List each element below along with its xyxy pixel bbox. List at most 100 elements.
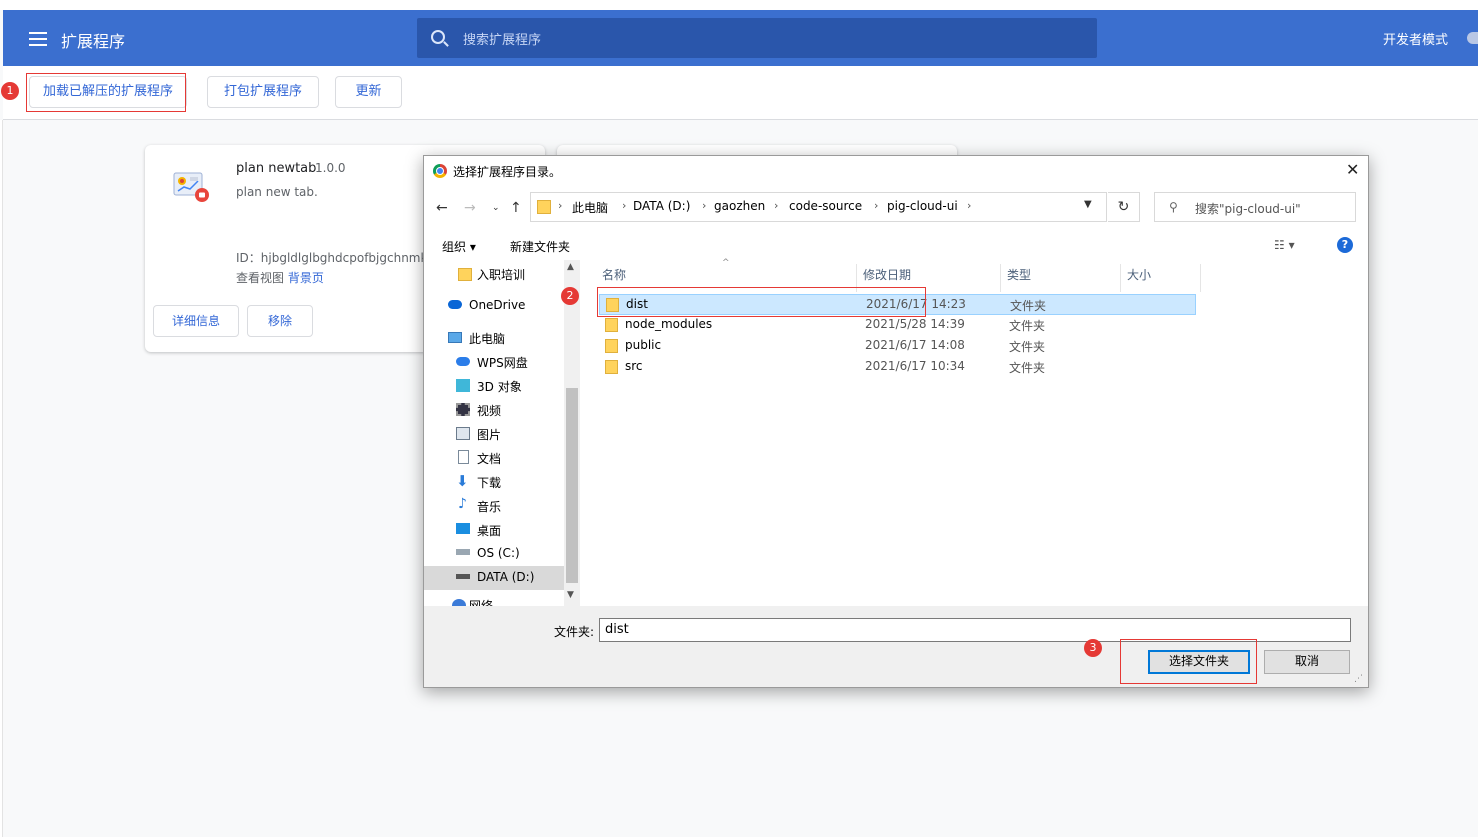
navigation-bar: ← → ⌄ ↑ › 此电脑 › DATA (D:) › gaozhen › co… xyxy=(424,186,1368,230)
breadcrumb-item[interactable]: pig-cloud-ui xyxy=(887,199,958,213)
select-folder-dialog: 选择扩展程序目录。 ✕ ← → ⌄ ↑ › 此电脑 › DATA (D:) › … xyxy=(423,155,1369,688)
nav-item-network[interactable]: 网络 xyxy=(469,597,493,606)
pictures-icon xyxy=(456,427,470,440)
extensions-toolbar: 加载已解压的扩展程序 打包扩展程序 更新 xyxy=(3,66,1478,120)
folder-icon xyxy=(458,268,472,281)
file-type: 文件夹 xyxy=(1010,299,1047,313)
file-row-src[interactable]: src 2021/6/17 10:34 文件夹 xyxy=(599,357,1196,378)
navigation-pane: 入职培训 OneDrive 此电脑 WPS网盘 3D 对象 视频 图片 文档 ⬇… xyxy=(424,260,580,606)
hamburger-menu-icon[interactable] xyxy=(29,32,47,46)
organize-button[interactable]: 组织 ▾ xyxy=(442,238,476,255)
up-arrow-icon[interactable]: ↑ xyxy=(510,200,522,216)
developer-mode-toggle[interactable] xyxy=(1467,32,1478,44)
scrollbar-thumb[interactable] xyxy=(566,388,578,583)
nav-item-wps[interactable]: WPS网盘 xyxy=(477,354,528,371)
nav-item-pictures[interactable]: 图片 xyxy=(477,426,501,443)
file-name: node_modules xyxy=(625,317,713,331)
column-header-size[interactable]: 大小 xyxy=(1121,264,1201,292)
dialog-title: 选择扩展程序目录。 xyxy=(453,165,562,179)
nav-item-documents[interactable]: 文档 xyxy=(477,450,501,467)
nav-item-training[interactable]: 入职培训 xyxy=(477,266,525,283)
folder-icon xyxy=(537,200,551,214)
step-badge-1: 1 xyxy=(1,82,19,100)
background-page-link[interactable]: 背景页 xyxy=(288,271,324,285)
inspect-views: 查看视图 背景页 xyxy=(236,269,324,286)
file-type: 文件夹 xyxy=(1009,319,1046,333)
folder-icon xyxy=(605,360,618,374)
nav-item-downloads[interactable]: 下载 xyxy=(477,474,501,491)
nav-item-drive-c[interactable]: OS (C:) xyxy=(477,546,520,560)
resize-grip-icon[interactable]: ⋰ xyxy=(1354,674,1363,684)
nav-item-drive-d[interactable]: DATA (D:) xyxy=(477,570,534,584)
breadcrumb-item[interactable]: gaozhen xyxy=(714,199,765,213)
cancel-button[interactable]: 取消 xyxy=(1264,650,1350,674)
file-row-public[interactable]: public 2021/6/17 14:08 文件夹 xyxy=(599,336,1196,357)
extension-description: plan new tab. xyxy=(236,185,318,199)
refresh-icon[interactable]: ↻ xyxy=(1108,192,1140,222)
remove-button[interactable]: 移除 xyxy=(247,305,313,337)
page-title: 扩展程序 xyxy=(61,32,126,51)
nav-item-music[interactable]: 音乐 xyxy=(477,498,501,515)
highlight-box-step3 xyxy=(1120,639,1257,684)
3d-objects-icon xyxy=(456,379,470,392)
developer-mode-label: 开发者模式 xyxy=(1383,33,1449,48)
scroll-down-icon[interactable]: ▼ xyxy=(567,590,574,600)
dialog-titlebar: 选择扩展程序目录。 ✕ xyxy=(424,156,1368,186)
folder-icon xyxy=(605,339,618,353)
nav-item-3d[interactable]: 3D 对象 xyxy=(477,378,522,395)
drive-d-icon xyxy=(456,574,470,579)
desktop-icon xyxy=(456,523,470,534)
folder-search-input[interactable]: ⚲ 搜索"pig-cloud-ui" xyxy=(1154,192,1356,222)
file-name: public xyxy=(625,338,662,352)
file-type: 文件夹 xyxy=(1009,361,1046,375)
left-edge xyxy=(0,120,3,837)
extension-id: ID：hjbgldlglbghdcpofbjgchnmk xyxy=(236,251,428,265)
update-button[interactable]: 更新 xyxy=(335,76,402,108)
file-date: 2021/6/17 14:08 xyxy=(865,338,965,352)
details-button[interactable]: 详细信息 xyxy=(153,305,239,337)
inspect-views-label: 查看视图 xyxy=(236,271,285,285)
app-header: 扩展程序 搜索扩展程序 开发者模式 xyxy=(3,10,1478,66)
extension-logo-icon xyxy=(172,167,210,203)
back-arrow-icon[interactable]: ← xyxy=(436,200,448,216)
nav-item-this-pc[interactable]: 此电脑 xyxy=(469,330,505,347)
help-icon[interactable]: ? xyxy=(1337,237,1353,253)
close-icon[interactable]: ✕ xyxy=(1346,160,1359,179)
step-badge-3: 3 xyxy=(1084,639,1102,657)
address-dropdown-icon[interactable]: ▼ xyxy=(1084,199,1092,210)
nav-item-videos[interactable]: 视频 xyxy=(477,402,501,419)
file-row-node-modules[interactable]: node_modules 2021/5/28 14:39 文件夹 xyxy=(599,315,1196,336)
extension-name: plan newtab xyxy=(236,161,317,176)
nav-scrollbar[interactable]: ▲ ▼ xyxy=(564,260,580,606)
scroll-up-icon[interactable]: ▲ xyxy=(567,262,574,272)
forward-arrow-icon[interactable]: → xyxy=(464,200,476,216)
download-arrow-icon: ⬇ xyxy=(456,472,469,490)
network-icon xyxy=(452,599,466,606)
search-placeholder: 搜索扩展程序 xyxy=(463,33,542,48)
music-note-icon: ♪ xyxy=(458,496,467,512)
documents-icon xyxy=(458,450,469,464)
breadcrumb-item[interactable]: DATA (D:) xyxy=(633,199,690,213)
column-header-type[interactable]: 类型 xyxy=(1001,264,1121,292)
breadcrumb-item[interactable]: code-source xyxy=(789,199,862,213)
file-date: 2021/6/17 10:34 xyxy=(865,359,965,373)
recent-chevron-icon[interactable]: ⌄ xyxy=(492,203,500,213)
address-bar[interactable]: › 此电脑 › DATA (D:) › gaozhen › code-sourc… xyxy=(530,192,1107,222)
nav-item-onedrive[interactable]: OneDrive xyxy=(469,298,525,312)
pack-extension-button[interactable]: 打包扩展程序 xyxy=(207,76,319,108)
search-input[interactable]: 搜索扩展程序 xyxy=(417,18,1097,58)
top-strip xyxy=(0,0,1478,10)
breadcrumb-item[interactable]: 此电脑 xyxy=(572,199,608,216)
command-bar: 组织 ▾ 新建文件夹 ☷ ▾ ? xyxy=(424,230,1368,260)
chrome-logo-icon xyxy=(433,164,447,178)
new-folder-button[interactable]: 新建文件夹 xyxy=(510,238,570,255)
computer-icon xyxy=(448,332,462,343)
view-options-icon[interactable]: ☷ ▾ xyxy=(1274,238,1295,252)
file-type: 文件夹 xyxy=(1009,340,1046,354)
extension-version: 1.0.0 xyxy=(315,161,346,175)
nav-item-desktop[interactable]: 桌面 xyxy=(477,522,501,539)
cloud-drive-icon xyxy=(456,357,470,366)
onedrive-icon xyxy=(448,300,462,309)
extensions-page: 扩展程序 搜索扩展程序 开发者模式 加载已解压的扩展程序 打包扩展程序 更新 1 xyxy=(0,0,1478,837)
highlight-box-step2 xyxy=(597,287,926,317)
